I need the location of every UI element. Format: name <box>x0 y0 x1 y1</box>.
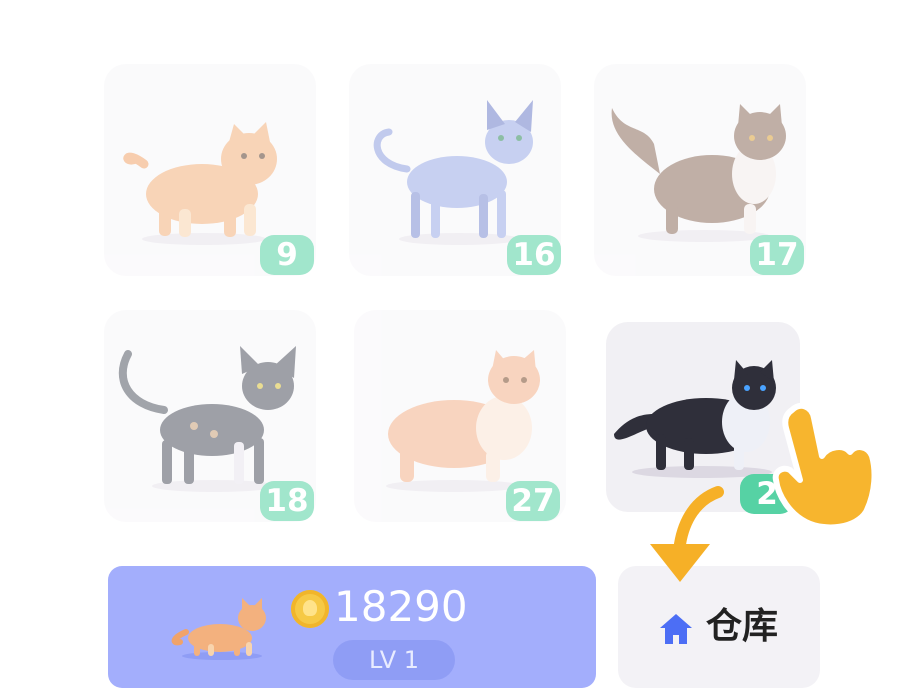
house-icon <box>660 614 692 644</box>
tutorial-hand-icon <box>772 402 878 531</box>
orange-tabby-cat-icon <box>171 598 266 660</box>
level-badge: 27 <box>506 481 560 521</box>
level-badge: 18 <box>260 481 314 521</box>
coin-icon <box>291 590 329 628</box>
cat-card-4[interactable]: 18 <box>104 310 316 522</box>
level-badge: 9 <box>260 235 314 275</box>
cat-card-1[interactable]: 9 <box>104 64 316 276</box>
cat-card-2[interactable]: 16 <box>349 64 561 276</box>
cat-price: 18290 <box>334 582 468 631</box>
level-badge: 16 <box>507 235 561 275</box>
storage-label: 仓库 <box>706 606 779 647</box>
buy-level-label: LV 1 <box>333 640 455 680</box>
cat-card-3[interactable]: 17 <box>594 64 806 276</box>
tutorial-arrow-icon <box>650 486 724 582</box>
level-badge: 17 <box>750 235 804 275</box>
buy-cat-button[interactable]: 18290 LV 1 <box>108 566 596 688</box>
cat-card-5[interactable]: 27 <box>354 310 566 522</box>
